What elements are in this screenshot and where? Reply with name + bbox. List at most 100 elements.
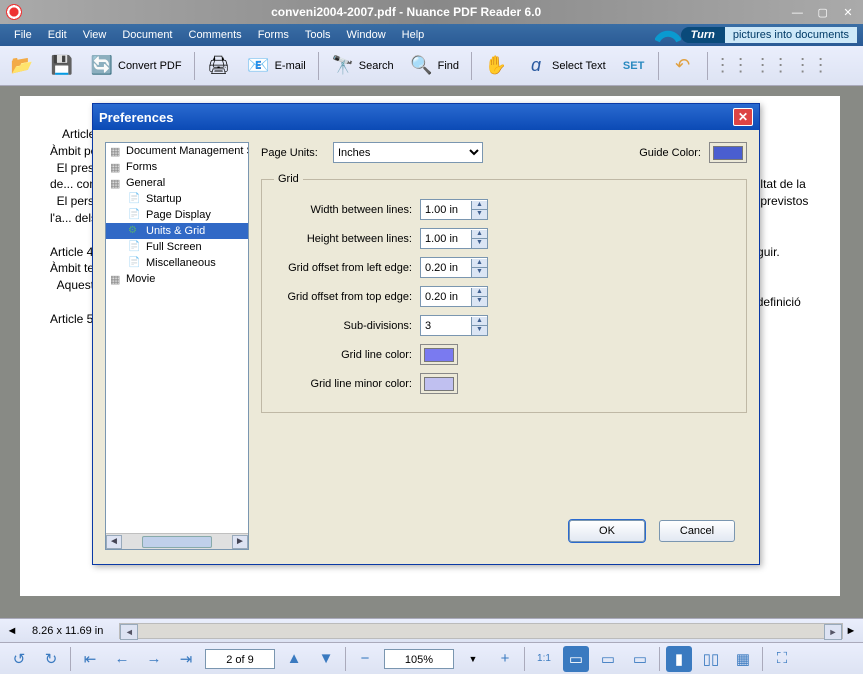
spin-down-icon[interactable]: ▼ [471, 326, 487, 335]
cancel-button[interactable]: Cancel [659, 520, 735, 542]
zoom-out-button[interactable]: − [352, 646, 378, 672]
menu-file[interactable]: File [6, 29, 40, 41]
spin-down-icon[interactable]: ▼ [471, 268, 487, 277]
status-bar-upper: ◄ 8.26 x 11.69 in ► [0, 618, 863, 642]
window-titlebar: conveni2004-2007.pdf - Nuance PDF Reader… [0, 0, 863, 24]
prev-page-button[interactable]: ← [109, 646, 135, 672]
offset-top-input[interactable] [421, 287, 471, 306]
dialog-close-button[interactable]: ✕ [733, 108, 753, 126]
guide-color-label: Guide Color: [639, 147, 701, 159]
zoom-in-button[interactable]: + [492, 646, 518, 672]
spin-down-icon[interactable]: ▼ [471, 297, 487, 306]
fit-visible-button[interactable]: ▭ [627, 646, 653, 672]
zoom-dropdown-button[interactable]: ▼ [460, 646, 486, 672]
spin-down-icon[interactable]: ▼ [471, 239, 487, 248]
dialog-title-text: Preferences [99, 110, 173, 125]
rotate-ccw-button[interactable]: ↺ [6, 646, 32, 672]
menu-edit[interactable]: Edit [40, 29, 75, 41]
horizontal-scrollbar[interactable] [119, 623, 843, 639]
menu-help[interactable]: Help [394, 29, 433, 41]
tree-scroll-thumb[interactable] [142, 536, 212, 548]
set-tool-button[interactable]: SET [616, 50, 652, 82]
hand-tool-button[interactable]: ✋ [478, 50, 514, 82]
tree-forms[interactable]: Forms [106, 159, 248, 175]
fit-width-button[interactable]: ▭ [595, 646, 621, 672]
tree-movie[interactable]: Movie [106, 271, 248, 287]
undo-button[interactable]: ↶ [665, 50, 701, 82]
grid-minor-color-swatch [424, 377, 454, 391]
save-button[interactable]: 💾 [44, 50, 80, 82]
tree-full-screen[interactable]: Full Screen [106, 239, 248, 255]
spin-up-icon[interactable]: ▲ [471, 259, 487, 268]
preferences-tree[interactable]: Document Management S Forms General Star… [105, 142, 249, 550]
next-page-button[interactable]: → [141, 646, 167, 672]
offset-top-label: Grid offset from top edge: [274, 291, 420, 303]
tree-document-management[interactable]: Document Management S [106, 143, 248, 159]
tree-scroll-right-icon[interactable]: ► [232, 535, 248, 549]
first-page-button[interactable]: ⇤ [77, 646, 103, 672]
print-button[interactable]: 🖨 [201, 50, 237, 82]
offset-top-spinner[interactable]: ▲▼ [420, 286, 488, 307]
height-between-input[interactable] [421, 229, 471, 248]
single-page-button[interactable]: ▮ [666, 646, 692, 672]
scroll-left-icon[interactable]: ◄ [4, 625, 20, 637]
tree-miscellaneous[interactable]: Miscellaneous [106, 255, 248, 271]
width-between-input[interactable] [421, 200, 471, 219]
page-up-button[interactable]: ▲ [281, 646, 307, 672]
fullscreen-button[interactable]: ⛶ [769, 646, 795, 672]
menu-document[interactable]: Document [114, 29, 180, 41]
find-button[interactable]: 🔍Find [404, 50, 465, 82]
subdivisions-input[interactable] [421, 316, 471, 335]
tree-general[interactable]: General [106, 175, 248, 191]
close-button[interactable]: ✕ [839, 6, 857, 20]
spin-down-icon[interactable]: ▼ [471, 210, 487, 219]
tool-extra3[interactable]: ⋮⋮ [794, 50, 830, 82]
tree-units-grid[interactable]: Units & Grid [106, 223, 248, 239]
turn-promo[interactable]: Turn pictures into documents [655, 25, 857, 45]
width-between-spinner[interactable]: ▲▼ [420, 199, 488, 220]
menu-tools[interactable]: Tools [297, 29, 339, 41]
tool-extra1[interactable]: ⋮⋮ [714, 50, 750, 82]
ok-button[interactable]: OK [569, 520, 645, 542]
convert-pdf-button[interactable]: 🔄Convert PDF [84, 50, 188, 82]
height-between-spinner[interactable]: ▲▼ [420, 228, 488, 249]
select-text-button[interactable]: ɑSelect Text [518, 50, 612, 82]
search-button[interactable]: 🔭Search [325, 50, 400, 82]
tree-hscrollbar[interactable]: ◄ ► [106, 533, 248, 549]
email-button[interactable]: 📧E-mail [241, 50, 312, 82]
tree-startup[interactable]: Startup [106, 191, 248, 207]
actual-size-button[interactable]: 1:1 [531, 646, 557, 672]
open-button[interactable]: 📂 [4, 50, 40, 82]
scroll-right-icon[interactable]: ► [843, 625, 859, 637]
menu-window[interactable]: Window [339, 29, 394, 41]
spin-up-icon[interactable]: ▲ [471, 317, 487, 326]
grid-minor-color-button[interactable] [420, 373, 458, 394]
offset-left-spinner[interactable]: ▲▼ [420, 257, 488, 278]
subdivisions-spinner[interactable]: ▲▼ [420, 315, 488, 336]
page-down-button[interactable]: ▼ [313, 646, 339, 672]
spin-up-icon[interactable]: ▲ [471, 201, 487, 210]
rotate-cw-button[interactable]: ↻ [38, 646, 64, 672]
minimize-button[interactable]: — [788, 6, 806, 20]
page-units-select[interactable]: Inches [333, 142, 483, 163]
grid-line-color-button[interactable] [420, 344, 458, 365]
dialog-titlebar[interactable]: Preferences ✕ [93, 104, 759, 130]
menu-comments[interactable]: Comments [181, 29, 250, 41]
spin-up-icon[interactable]: ▲ [471, 230, 487, 239]
maximize-button[interactable]: ▢ [814, 6, 832, 20]
menu-forms[interactable]: Forms [250, 29, 297, 41]
spin-up-icon[interactable]: ▲ [471, 288, 487, 297]
continuous-button[interactable]: ▯▯ [698, 646, 724, 672]
offset-left-input[interactable] [421, 258, 471, 277]
menu-view[interactable]: View [75, 29, 115, 41]
zoom-indicator[interactable]: 105% [384, 649, 454, 669]
guide-color-button[interactable] [709, 142, 747, 163]
facing-button[interactable]: ▦ [730, 646, 756, 672]
page-indicator[interactable]: 2 of 9 [205, 649, 275, 669]
tool-extra2[interactable]: ⋮⋮ [754, 50, 790, 82]
tree-page-display[interactable]: Page Display [106, 207, 248, 223]
fit-page-button[interactable]: ▭ [563, 646, 589, 672]
tree-scroll-left-icon[interactable]: ◄ [106, 535, 122, 549]
find-label: Find [438, 60, 459, 72]
last-page-button[interactable]: ⇥ [173, 646, 199, 672]
